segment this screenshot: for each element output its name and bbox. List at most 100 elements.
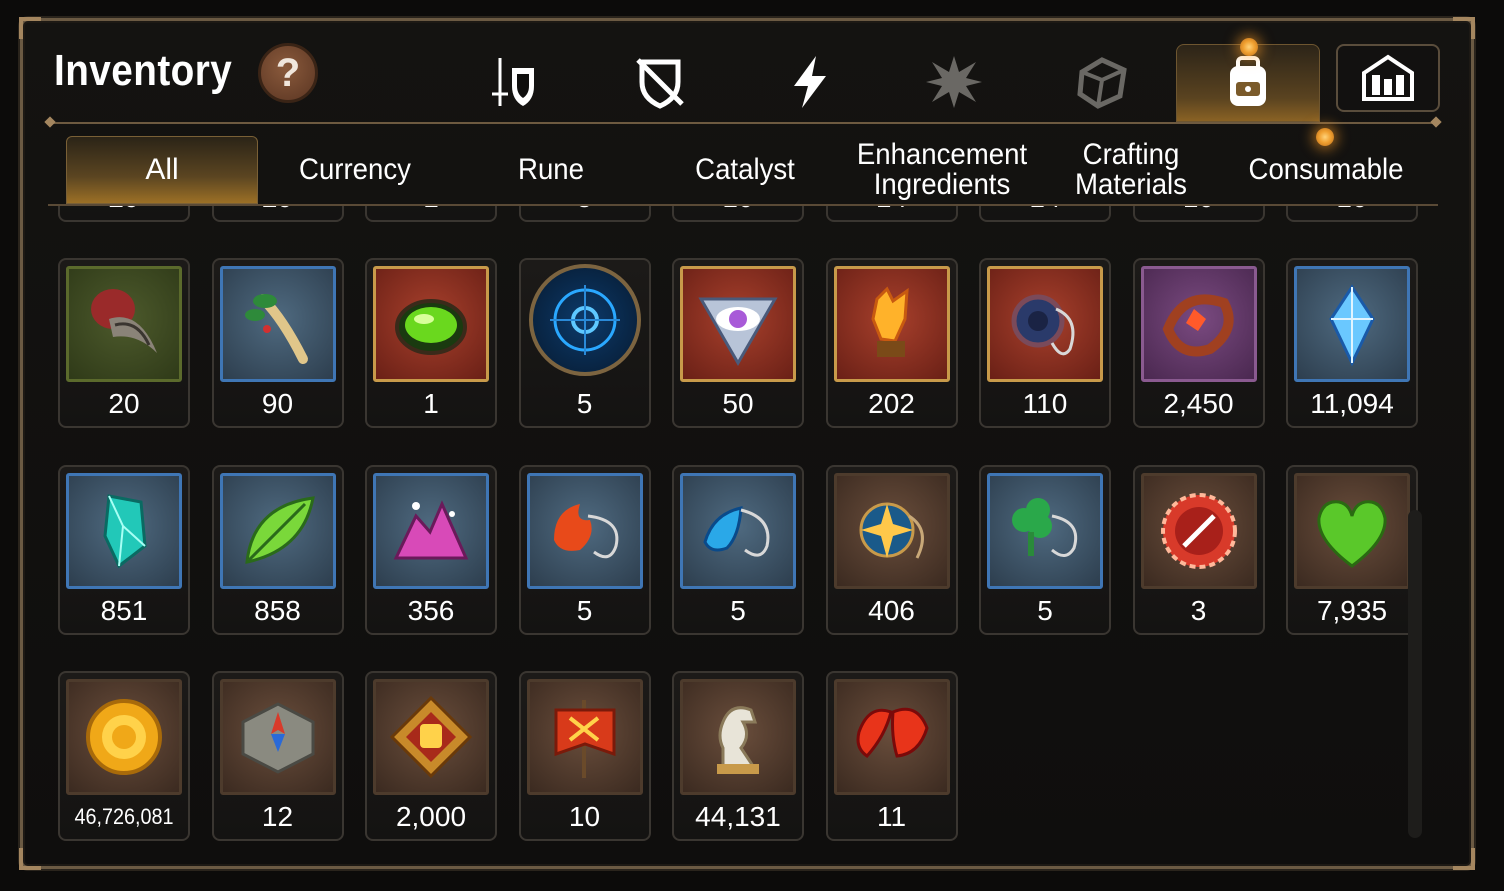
notification-dot: [1316, 128, 1334, 146]
item-count: 2,000: [395, 801, 467, 832]
war-banner-icon: [526, 679, 643, 795]
lightning-icon[interactable]: [778, 50, 842, 114]
notification-dot: [1240, 38, 1258, 56]
inventory-slot-partial[interactable]: 14: [979, 206, 1111, 222]
tab-crafting-materials[interactable]: Crafting Materials: [1053, 136, 1209, 204]
tab-enhancement-ingredients[interactable]: Enhancement Ingredients: [850, 136, 1034, 204]
inventory-slot-partial[interactable]: 1: [365, 206, 497, 222]
blue-amulet-icon: [987, 266, 1103, 382]
inventory-slot[interactable]: 356: [365, 464, 497, 635]
item-count: 5: [730, 594, 746, 626]
header-divider: [48, 122, 1438, 124]
inventory-slot-partial[interactable]: 10: [1132, 206, 1265, 222]
inventory-slot[interactable]: 3: [1132, 464, 1265, 635]
sword-shield-icon[interactable]: [482, 50, 546, 114]
item-count: 10: [1135, 206, 1263, 214]
inventory-slot[interactable]: 50: [672, 258, 804, 428]
inventory-slot-partial[interactable]: 14: [825, 206, 958, 222]
item-count: 2,450: [1163, 388, 1234, 419]
item-count: 10: [674, 206, 802, 214]
fist-emblem-icon: [373, 679, 489, 795]
item-count: 1: [423, 388, 439, 419]
knight-chess-icon: [680, 679, 796, 795]
inventory-slot-partial[interactable]: 10: [1286, 206, 1418, 222]
eye-crest-icon: [680, 266, 796, 382]
water-pendant-icon: [680, 472, 796, 589]
item-count: 858: [254, 594, 301, 626]
item-count: 5: [1037, 594, 1053, 626]
item-count: 20: [108, 388, 140, 419]
item-count: 10: [1288, 206, 1416, 214]
inventory-slot[interactable]: 12: [211, 671, 344, 841]
item-count: 14: [828, 206, 956, 214]
item-count: 202: [868, 388, 915, 419]
castle-icon[interactable]: [1336, 44, 1440, 112]
teal-crystal-icon: [66, 472, 182, 589]
frame-corner: [1453, 848, 1475, 870]
inventory-slot[interactable]: 406: [825, 464, 958, 635]
inventory-slot[interactable]: 851: [58, 464, 190, 635]
broken-shield-icon[interactable]: [628, 50, 692, 114]
item-count: 50: [722, 388, 754, 419]
gold-coin-icon: [66, 679, 182, 795]
inventory-slot[interactable]: 44,131: [672, 671, 804, 841]
green-gem-icon: [373, 266, 489, 382]
tab-consumable[interactable]: Consumable: [1234, 136, 1418, 204]
inventory-slot[interactable]: 46,726,081: [58, 671, 190, 841]
inventory-slot[interactable]: 202: [825, 258, 958, 428]
inventory-slot[interactable]: 110: [979, 258, 1111, 428]
inventory-slot[interactable]: 858: [211, 464, 344, 635]
star-pendant-icon: [833, 472, 950, 589]
item-count: 12: [261, 801, 294, 832]
item-count: 46,726,081: [74, 804, 174, 829]
burst-icon[interactable]: [922, 50, 986, 114]
inventory-slot[interactable]: 1: [365, 258, 497, 428]
pink-crystals-icon: [373, 472, 489, 589]
inventory-slot[interactable]: 11: [825, 671, 958, 841]
item-count: 356: [407, 594, 455, 626]
item-count: 11: [876, 801, 907, 832]
item-count: 851: [100, 594, 148, 626]
clover-pendant-icon: [987, 472, 1103, 589]
frame-corner: [19, 17, 41, 39]
tab-catalyst[interactable]: Catalyst: [658, 136, 833, 204]
inventory-slot-partial[interactable]: 5: [518, 206, 651, 222]
item-count: 5: [521, 206, 649, 214]
inventory-slot[interactable]: 90: [211, 258, 344, 428]
fire-pendant-icon: [526, 472, 643, 589]
tab-rune[interactable]: Rune: [464, 136, 639, 204]
item-count: 44,131: [695, 801, 781, 832]
item-count: 3: [1190, 594, 1207, 626]
inventory-slot[interactable]: 2,000: [365, 671, 497, 841]
inventory-slot[interactable]: 2,450: [1132, 258, 1265, 428]
inventory-slot[interactable]: 11,094: [1286, 258, 1418, 428]
filter-tabs: All Currency Rune Catalyst Enhancement I…: [60, 136, 1440, 206]
inventory-slot-partial[interactable]: 29: [58, 206, 190, 222]
inventory-slot[interactable]: 7,935: [1286, 464, 1418, 635]
inventory-slot[interactable]: 5: [518, 258, 651, 428]
red-amulet-icon: [1140, 266, 1257, 382]
item-count: 5: [576, 594, 593, 626]
stone-compass-icon: [219, 679, 336, 795]
claw-icon: [66, 266, 182, 382]
inventory-slot[interactable]: 10: [518, 671, 651, 841]
item-count: 5: [576, 388, 593, 419]
inventory-slot[interactable]: 5: [518, 464, 651, 635]
cube-icon[interactable]: [1070, 50, 1134, 114]
item-count: 14: [981, 206, 1109, 214]
page-title: Inventory: [54, 46, 233, 95]
help-button[interactable]: ?: [258, 43, 318, 103]
scrollbar[interactable]: [1408, 510, 1422, 838]
tab-currency[interactable]: Currency: [268, 136, 443, 204]
inventory-slot-partial[interactable]: 10: [672, 206, 804, 222]
inventory-slot[interactable]: 5: [672, 464, 804, 635]
tab-all[interactable]: All: [66, 136, 258, 204]
backpack-icon[interactable]: [1216, 50, 1280, 114]
inventory-slot[interactable]: 5: [979, 464, 1111, 635]
flame-leaf-icon: [833, 679, 950, 795]
leaf-icon: [219, 472, 336, 589]
inventory-slot[interactable]: 20: [58, 258, 190, 428]
inventory-slot-partial[interactable]: 29: [211, 206, 344, 222]
red-seal-icon: [1140, 472, 1257, 589]
frame-corner: [19, 848, 41, 870]
